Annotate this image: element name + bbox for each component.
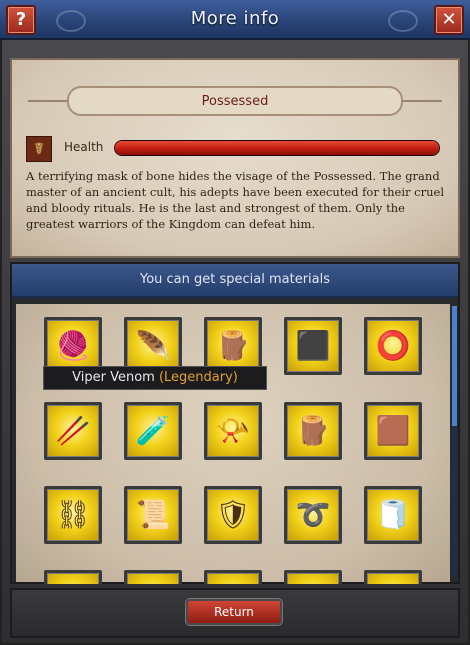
material-slot[interactable]: ⬛ bbox=[284, 317, 342, 375]
material-slot[interactable]: · bbox=[124, 570, 182, 584]
material-slot[interactable]: 🪵 bbox=[284, 402, 342, 460]
material-slot[interactable]: 📜 bbox=[124, 486, 182, 544]
leather-belt-icon: ⭕ bbox=[375, 329, 411, 362]
horn-icon: 📯 bbox=[215, 414, 251, 447]
iron-ingot-icon: ⬛ bbox=[295, 329, 331, 362]
viper-venom-icon: 🧪 bbox=[135, 414, 171, 447]
wooden-planks-icon: 🪵 bbox=[295, 414, 331, 447]
item-partial-4-icon: · bbox=[287, 581, 339, 584]
wooden-stick-icon: 🥢 bbox=[55, 414, 91, 447]
tooltip-rarity: (Legendary) bbox=[158, 370, 238, 385]
material-slot[interactable]: 🟫 bbox=[364, 402, 422, 460]
material-slot[interactable]: · bbox=[44, 570, 102, 584]
material-slot[interactable]: ⭕ bbox=[364, 317, 422, 375]
material-slot[interactable]: · bbox=[204, 570, 262, 584]
fur-scroll-icon: 🧻 bbox=[375, 498, 411, 531]
item-tooltip: Viper Venom (Legendary) bbox=[43, 366, 267, 390]
item-partial-3-icon: · bbox=[207, 581, 259, 584]
item-partial-5-icon: · bbox=[367, 581, 419, 584]
material-slots: 🧶 🪶 🪵 ⬛ ⭕ 🥢 🧪 📯 🪵 🟫 ⛓ 📜 🛡 ➰ 🧻 · · · · · bbox=[0, 0, 470, 584]
material-slot[interactable]: · bbox=[284, 570, 342, 584]
chainmail-icon: 🛡 bbox=[215, 498, 251, 531]
chain-icon: ⛓ bbox=[55, 498, 91, 531]
parchment-icon: 📜 bbox=[135, 498, 171, 531]
rope-coil-icon: ➰ bbox=[295, 498, 331, 531]
material-slot[interactable]: 📯 bbox=[204, 402, 262, 460]
material-slot[interactable]: ⛓ bbox=[44, 486, 102, 544]
material-slot[interactable]: 🥢 bbox=[44, 402, 102, 460]
return-button[interactable]: Return bbox=[186, 599, 282, 625]
tooltip-item-name: Viper Venom bbox=[72, 370, 155, 385]
item-partial-1-icon: · bbox=[47, 581, 99, 584]
wooden-log-icon: 🪵 bbox=[215, 329, 251, 362]
material-slot[interactable]: · bbox=[364, 570, 422, 584]
material-slot[interactable]: 🧪 bbox=[124, 402, 182, 460]
feather-blade-icon: 🪶 bbox=[135, 329, 171, 362]
material-slot[interactable]: 🧻 bbox=[364, 486, 422, 544]
material-slot[interactable]: ➰ bbox=[284, 486, 342, 544]
item-partial-2-icon: · bbox=[127, 581, 179, 584]
pelt-icon: 🧶 bbox=[55, 329, 91, 362]
material-slot[interactable]: 🛡 bbox=[204, 486, 262, 544]
folded-cloth-icon: 🟫 bbox=[375, 414, 411, 447]
